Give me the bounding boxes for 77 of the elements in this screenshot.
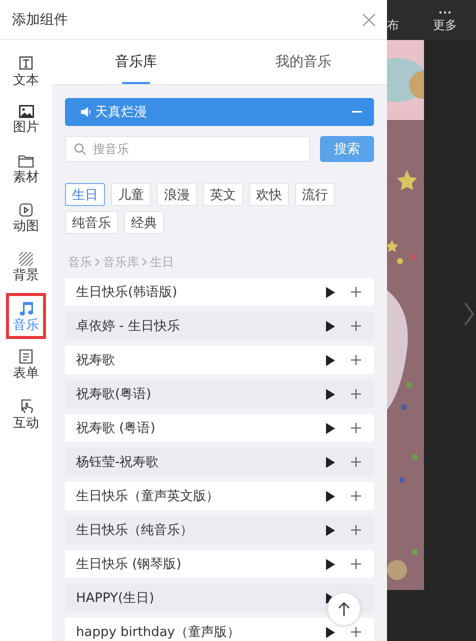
sidebar-item[interactable]: 文本 <box>6 48 46 94</box>
add-icon[interactable] <box>351 457 361 467</box>
play-icon[interactable] <box>326 490 335 502</box>
form-icon <box>19 349 33 364</box>
image-icon <box>18 105 34 118</box>
text-icon <box>18 54 34 70</box>
song-title: 生日快乐（童声英文版） <box>76 488 220 505</box>
tab[interactable]: 音乐库 <box>52 40 220 84</box>
song-row[interactable]: 生日快乐 (钢琴版) <box>65 550 374 578</box>
song-row[interactable]: HAPPY(生日) <box>65 584 374 612</box>
play-icon[interactable] <box>326 626 335 638</box>
more-button[interactable]: 更多 <box>433 11 457 34</box>
song-row[interactable]: 祝寿歌 <box>65 346 374 374</box>
song-row[interactable]: 卓依婷 - 生日快乐 <box>65 312 374 340</box>
sidebar-item[interactable]: 动图 <box>6 195 46 241</box>
song-title: HAPPY(生日) <box>76 590 156 607</box>
song-row[interactable]: 生日快乐(韩语版) <box>65 278 374 306</box>
add-icon[interactable] <box>351 321 361 331</box>
tag[interactable]: 浪漫 <box>157 183 197 206</box>
more-icon <box>439 11 451 14</box>
tag[interactable]: 儿童 <box>111 183 151 206</box>
play-icon[interactable] <box>326 354 335 366</box>
song-title: 生日快乐 (钢琴版) <box>76 556 182 573</box>
play-icon[interactable] <box>326 524 335 536</box>
add-icon[interactable] <box>351 355 361 365</box>
tag[interactable]: 经典 <box>124 211 164 234</box>
search-icon <box>74 143 86 155</box>
song-title: happy birthday（童声版） <box>76 624 241 641</box>
sidebar-item[interactable]: 图片 <box>6 97 46 143</box>
song-row[interactable]: 杨钰莹-祝寿歌 <box>65 448 374 476</box>
song-title: 生日快乐（纯音乐） <box>76 522 194 539</box>
sidebar-item[interactable]: 表单 <box>6 342 46 388</box>
arrow-up-icon <box>338 602 350 616</box>
play-icon[interactable] <box>326 388 335 400</box>
folder-icon <box>18 154 34 168</box>
sidebar-item[interactable]: 背景 <box>6 244 46 290</box>
song-row[interactable]: 祝寿歌(粤语) <box>65 380 374 408</box>
tag[interactable]: 生日 <box>65 183 105 206</box>
song-title: 祝寿歌 (粤语) <box>76 420 156 437</box>
add-icon[interactable] <box>351 627 361 637</box>
tag[interactable]: 纯音乐 <box>65 211 118 234</box>
hand-icon <box>18 398 34 414</box>
song-title: 杨钰莹-祝寿歌 <box>76 454 160 471</box>
play-icon[interactable] <box>326 558 335 570</box>
sidebar-item[interactable]: 互动 <box>6 391 46 437</box>
song-row[interactable]: 生日快乐（纯音乐） <box>65 516 374 544</box>
play-icon[interactable] <box>326 320 335 332</box>
play-icon[interactable] <box>326 422 335 434</box>
tag[interactable]: 流行 <box>295 183 335 206</box>
close-icon[interactable] <box>363 14 375 26</box>
song-row[interactable]: 生日快乐（童声英文版） <box>65 482 374 510</box>
song-title: 卓依婷 - 生日快乐 <box>76 318 181 335</box>
add-icon[interactable] <box>351 423 361 433</box>
song-name: 天真烂漫 <box>95 104 148 121</box>
tag[interactable]: 欢快 <box>249 183 289 206</box>
panel-title: 添加组件 <box>12 10 69 28</box>
song-title: 生日快乐(韩语版) <box>76 284 178 301</box>
chevron-right-icon <box>142 258 147 266</box>
tab[interactable]: 我的音乐 <box>220 40 387 84</box>
add-icon[interactable] <box>351 491 361 501</box>
search-field[interactable]: 搜音乐 <box>65 136 310 162</box>
add-icon[interactable] <box>351 525 361 535</box>
speaker-icon <box>81 107 91 117</box>
song-row[interactable]: 祝寿歌 (粤语) <box>65 414 374 442</box>
add-icon[interactable] <box>351 389 361 399</box>
play-icon[interactable] <box>326 456 335 468</box>
play-icon[interactable] <box>326 286 335 298</box>
sidebar-item[interactable]: 素材 <box>6 146 46 192</box>
song-title: 祝寿歌 <box>76 352 116 369</box>
toolbar-label[interactable]: 布 <box>387 17 417 34</box>
play-icon <box>19 202 33 216</box>
add-icon[interactable] <box>351 287 361 297</box>
add-icon[interactable] <box>351 559 361 569</box>
song-row[interactable]: happy birthday（童声版） <box>65 618 374 641</box>
song-title: 祝寿歌(粤语) <box>76 386 152 403</box>
tag[interactable]: 英文 <box>203 183 243 206</box>
chevron-right-icon <box>95 258 100 266</box>
